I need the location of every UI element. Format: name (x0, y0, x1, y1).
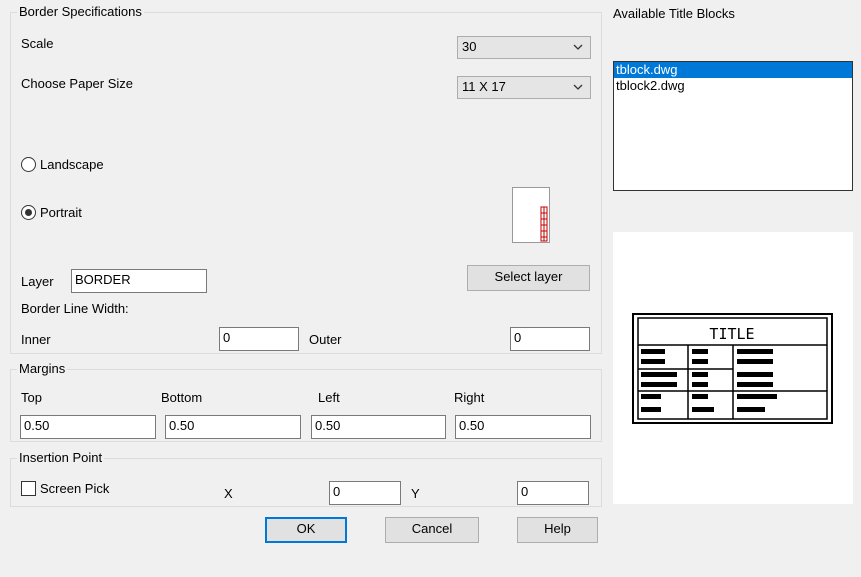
screen-pick-label[interactable]: Screen Pick (40, 481, 109, 497)
layer-input[interactable]: BORDER (71, 269, 207, 293)
radio-selected-dot (25, 209, 32, 216)
title-blocks-label: Available Title Blocks (613, 6, 735, 21)
list-item[interactable]: tblock2.dwg (614, 78, 852, 94)
margin-top-label: Top (21, 390, 42, 405)
border-specifications-title: Border Specifications (17, 4, 144, 19)
insertion-point-title: Insertion Point (17, 450, 105, 465)
portrait-paper-icon (512, 187, 550, 243)
margin-right-input[interactable]: 0.50 (455, 415, 591, 439)
scale-select-value: 30 (462, 39, 477, 54)
chevron-down-icon (573, 44, 583, 50)
margin-bottom-input[interactable]: 0.50 (165, 415, 301, 439)
margin-right-label: Right (454, 390, 485, 405)
y-label: Y (411, 486, 420, 501)
x-label: X (224, 486, 233, 501)
paper-size-select-value: 11 X 17 (462, 79, 506, 94)
margins-title: Margins (17, 361, 68, 376)
portrait-label[interactable]: Portrait (40, 205, 82, 221)
border-line-width-label: Border Line Width: (21, 301, 129, 316)
paper-size-label: Choose Paper Size (21, 76, 134, 91)
screen-pick-checkbox[interactable] (21, 481, 36, 496)
y-input[interactable]: 0 (517, 481, 589, 505)
portrait-radio[interactable] (21, 205, 36, 220)
scale-label: Scale (21, 36, 54, 51)
help-button[interactable]: Help (517, 517, 598, 543)
landscape-label[interactable]: Landscape (40, 157, 104, 173)
margin-top-input[interactable]: 0.50 (20, 415, 156, 439)
preview-title-text: TITLE (709, 325, 754, 343)
chevron-down-icon (573, 84, 583, 90)
layer-label: Layer (21, 274, 54, 289)
inner-input[interactable]: 0 (219, 327, 299, 351)
title-blocks-listbox[interactable]: tblock.dwg tblock2.dwg (613, 61, 853, 191)
margin-bottom-label: Bottom (161, 390, 203, 405)
paper-size-select[interactable]: 11 X 17 (457, 76, 591, 99)
x-input[interactable]: 0 (329, 481, 401, 505)
inner-label: Inner (21, 332, 51, 347)
scale-select[interactable]: 30 (457, 36, 591, 59)
outer-label: Outer (309, 332, 342, 347)
outer-input[interactable]: 0 (510, 327, 590, 351)
select-layer-button[interactable]: Select layer (467, 265, 590, 291)
title-block-preview: TITLE (613, 232, 853, 504)
margin-left-input[interactable]: 0.50 (311, 415, 446, 439)
margin-left-label: Left (318, 390, 340, 405)
landscape-radio[interactable] (21, 157, 36, 172)
cancel-button[interactable]: Cancel (385, 517, 479, 543)
list-item[interactable]: tblock.dwg (614, 62, 852, 78)
title-block-drawing: TITLE (632, 313, 833, 424)
ok-button[interactable]: OK (265, 517, 347, 543)
